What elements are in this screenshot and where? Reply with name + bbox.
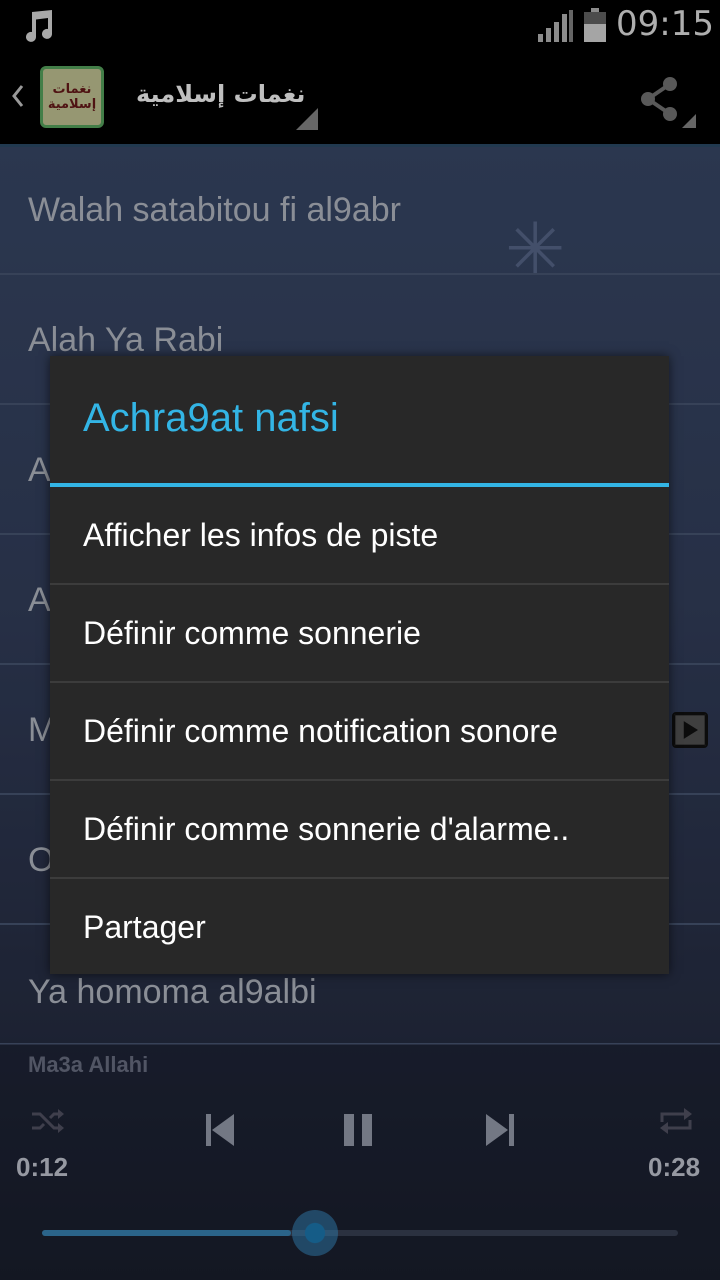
menu-item-label: Afficher les infos de piste	[83, 517, 439, 553]
menu-item-label: Définir comme notification sonore	[83, 713, 558, 749]
menu-item-share[interactable]: Partager	[50, 879, 669, 975]
dialog-title: Achra9at nafsi	[83, 396, 339, 440]
menu-item-notification[interactable]: Définir comme notification sonore	[50, 683, 669, 779]
context-menu-dialog: Achra9at nafsi Afficher les infos de pis…	[50, 356, 669, 974]
menu-item-label: Définir comme sonnerie d'alarme..	[83, 811, 570, 847]
menu-item-alarm[interactable]: Définir comme sonnerie d'alarme..	[50, 781, 669, 877]
menu-item-ringtone[interactable]: Définir comme sonnerie	[50, 585, 669, 681]
menu-item-track-info[interactable]: Afficher les infos de piste	[50, 487, 669, 583]
menu-item-label: Définir comme sonnerie	[83, 615, 421, 651]
menu-item-label: Partager	[83, 909, 206, 945]
